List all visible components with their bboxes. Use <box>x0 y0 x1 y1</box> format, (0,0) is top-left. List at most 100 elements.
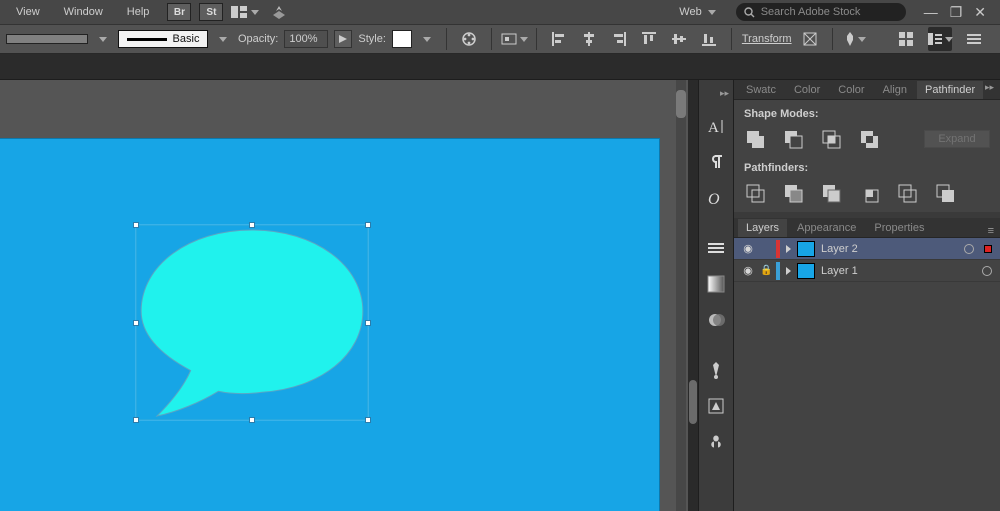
unite-icon[interactable] <box>744 128 766 150</box>
minus-back-icon[interactable] <box>934 182 956 204</box>
selection-indicator[interactable] <box>984 245 992 253</box>
align-left-icon[interactable] <box>547 27 571 51</box>
align-vcenter-icon[interactable] <box>667 27 691 51</box>
stock-icon[interactable]: St <box>199 3 223 21</box>
bridge-icon[interactable]: Br <box>167 3 191 21</box>
pin-icon[interactable] <box>843 27 867 51</box>
visibility-icon[interactable]: ◉ <box>742 242 754 255</box>
menu-window[interactable]: Window <box>54 3 113 21</box>
artboard[interactable] <box>0 138 660 511</box>
isolate-icon[interactable] <box>798 27 822 51</box>
symbols-panel-icon[interactable] <box>702 393 730 419</box>
align-top-icon[interactable] <box>637 27 661 51</box>
handle-sw[interactable] <box>133 417 139 423</box>
handle-e[interactable] <box>365 320 371 326</box>
panel-menu-icon[interactable] <box>962 27 986 51</box>
target-icon[interactable] <box>964 244 974 254</box>
character-panel-icon[interactable]: A <box>702 113 730 139</box>
grid-icon[interactable] <box>894 27 918 51</box>
trim-icon[interactable] <box>782 182 804 204</box>
panel-gutter[interactable] <box>688 80 698 511</box>
brush-dropdown-icon[interactable] <box>214 30 232 48</box>
stroke-panel-icon[interactable] <box>702 235 730 261</box>
outline-icon[interactable] <box>896 182 918 204</box>
opacity-field[interactable]: 100% <box>284 30 328 48</box>
handle-ne[interactable] <box>365 222 371 228</box>
canvas-area[interactable] <box>0 80 688 511</box>
layer-row[interactable]: ◉ 🔒 Layer 1 <box>734 260 1000 282</box>
graphic-style-swatch[interactable] <box>392 30 412 48</box>
brush-definition[interactable]: Basic <box>118 30 208 48</box>
intersect-icon[interactable] <box>820 128 842 150</box>
close-icon[interactable]: ✕ <box>974 5 986 19</box>
brushes-panel-icon[interactable] <box>702 357 730 383</box>
layer-disclosure-icon[interactable] <box>786 267 791 275</box>
handle-w[interactable] <box>133 320 139 326</box>
layer-colorbar <box>776 262 780 280</box>
workspace-label: Web <box>679 6 701 18</box>
menu-help[interactable]: Help <box>117 3 160 21</box>
gradient-panel-icon[interactable] <box>702 271 730 297</box>
window-controls: — ❐ ✕ <box>924 5 986 19</box>
pathfinder-tabs: Swatc Color Color Align Pathfinder <box>734 80 1000 100</box>
gpu-preview-icon[interactable] <box>267 3 291 21</box>
divide-icon[interactable] <box>744 182 766 204</box>
layer-row[interactable]: ◉ Layer 2 <box>734 238 1000 260</box>
paragraph-panel-icon[interactable] <box>702 149 730 175</box>
tab-colorguide[interactable]: Color <box>830 81 872 99</box>
svg-text:O: O <box>708 191 720 208</box>
layer-thumbnail <box>797 241 815 257</box>
essentials-panel-icon[interactable] <box>928 27 952 51</box>
handle-se[interactable] <box>365 417 371 423</box>
workspace-switcher[interactable]: Web <box>671 3 723 21</box>
visibility-icon[interactable]: ◉ <box>742 264 754 277</box>
transparency-panel-icon[interactable] <box>702 307 730 333</box>
restore-icon[interactable]: ❐ <box>950 5 963 19</box>
opentype-panel-icon[interactable]: O <box>702 185 730 211</box>
fill-swatch[interactable] <box>6 34 88 44</box>
exclude-icon[interactable] <box>858 128 880 150</box>
fill-dropdown-icon[interactable] <box>94 30 112 48</box>
tab-color[interactable]: Color <box>786 81 828 99</box>
handle-nw[interactable] <box>133 222 139 228</box>
minimize-icon[interactable]: — <box>924 5 938 19</box>
opacity-arrow-icon[interactable] <box>334 30 352 48</box>
tab-pathfinder[interactable]: Pathfinder <box>917 81 983 99</box>
transform-link[interactable]: Transform <box>742 33 792 45</box>
handle-n[interactable] <box>249 222 255 228</box>
stock-search[interactable]: Search Adobe Stock <box>736 3 906 21</box>
tab-layers[interactable]: Layers <box>738 219 787 237</box>
layer-name[interactable]: Layer 2 <box>821 243 858 255</box>
tab-appearance[interactable]: Appearance <box>789 219 864 237</box>
style-dropdown-icon[interactable] <box>418 30 436 48</box>
layer-name[interactable]: Layer 1 <box>821 265 858 277</box>
target-icon[interactable] <box>982 266 992 276</box>
layers-panel-menu-icon[interactable]: ≡ <box>988 225 994 237</box>
recolor-artwork-icon[interactable] <box>457 27 481 51</box>
align-bottom-icon[interactable] <box>697 27 721 51</box>
arrange-documents-icon[interactable] <box>233 3 257 21</box>
align-right-icon[interactable] <box>607 27 631 51</box>
layers-panel: ◉ Layer 2 ◉ 🔒 Layer 1 <box>734 238 1000 511</box>
expand-strip-icon[interactable]: ▸▸ <box>720 88 729 99</box>
speech-bubble-shape[interactable] <box>137 226 367 419</box>
menu-view[interactable]: View <box>6 3 50 21</box>
symbol-sprayer-panel-icon[interactable] <box>702 429 730 455</box>
align-hcenter-icon[interactable] <box>577 27 601 51</box>
minus-front-icon[interactable] <box>782 128 804 150</box>
pathfinders-heading: Pathfinders: <box>744 162 990 174</box>
selection-bounds[interactable] <box>136 225 368 420</box>
tab-properties[interactable]: Properties <box>866 219 932 237</box>
handle-s[interactable] <box>249 417 255 423</box>
crop-icon[interactable] <box>858 182 880 204</box>
collapse-panels-icon[interactable]: ▸▸ <box>985 82 994 93</box>
lock-icon[interactable]: 🔒 <box>760 265 770 276</box>
merge-icon[interactable] <box>820 182 842 204</box>
layer-thumbnail <box>797 263 815 279</box>
svg-text:A: A <box>708 120 719 136</box>
layer-disclosure-icon[interactable] <box>786 245 791 253</box>
tab-swatches[interactable]: Swatc <box>738 81 784 99</box>
canvas-vscrollbar[interactable] <box>676 80 686 511</box>
tab-align[interactable]: Align <box>875 81 915 99</box>
align-to-dropdown-icon[interactable] <box>502 27 526 51</box>
